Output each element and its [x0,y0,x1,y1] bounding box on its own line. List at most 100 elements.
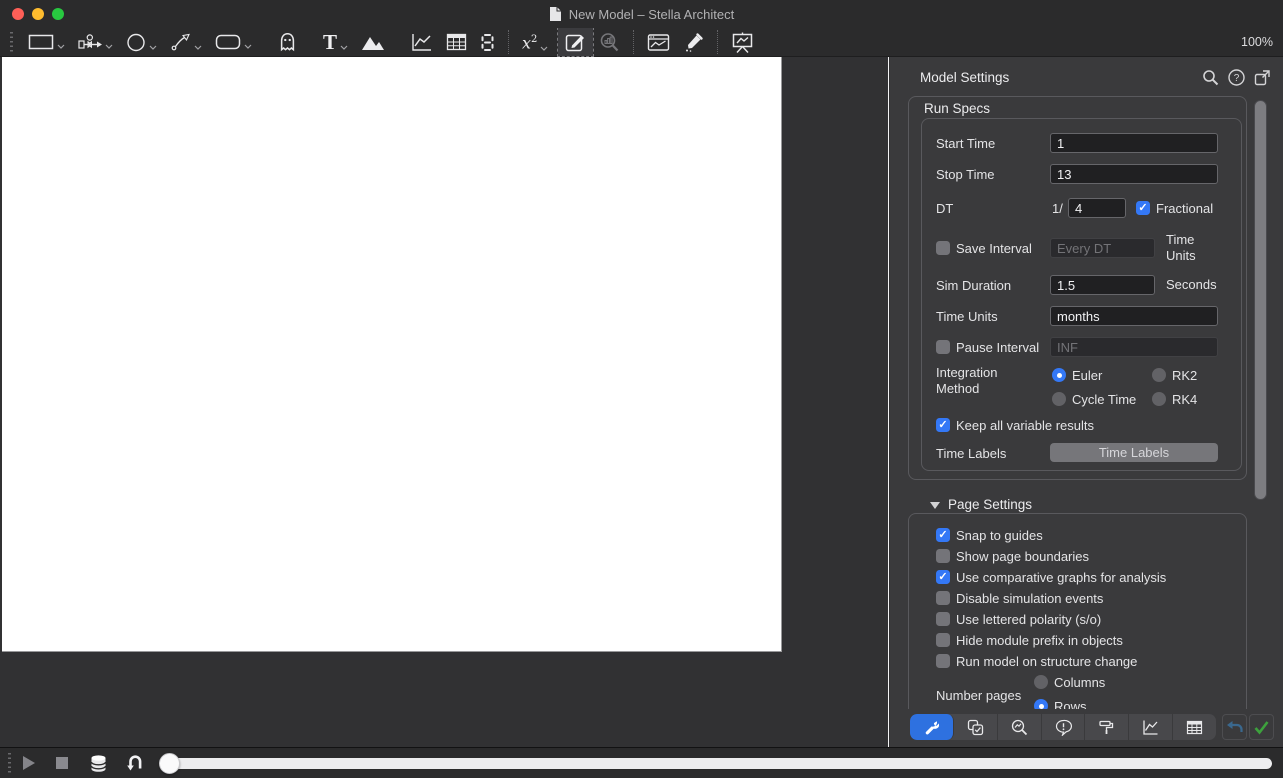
panel-divider[interactable] [888,57,889,747]
text-tool-button[interactable]: T [323,29,348,54]
pause-interval-label: Pause Interval [956,339,1040,355]
save-interval-input[interactable] [1050,238,1155,258]
stop-time-input[interactable] [1050,164,1218,184]
graph-tool-button[interactable] [411,32,433,52]
chevron-down-icon [57,44,65,49]
tab-behavior[interactable] [954,714,998,740]
time-labels-label: Time Labels [936,445,1007,461]
hide-module-prefix-checkbox[interactable] [936,633,950,647]
rk4-radio[interactable] [1152,392,1166,406]
main-area: Model Settings ? Run Specs Start Time 1 … [0,57,1283,747]
zoom-window-button[interactable] [52,8,64,20]
sim-duration-unit: Seconds [1166,277,1217,292]
paint-roller-icon [1099,720,1114,734]
time-units-input[interactable] [1050,306,1218,326]
keep-all-results-label: Keep all variable results [956,417,1095,433]
save-interval-checkbox[interactable] [936,241,950,255]
lettered-polarity-checkbox[interactable] [936,612,950,626]
layers-check-icon [967,719,983,735]
equation-icon: x2 [522,33,538,53]
revert-button[interactable] [1222,714,1247,740]
tab-style[interactable] [1085,714,1130,740]
disable-simulation-events-checkbox[interactable] [936,591,950,605]
text-tool-icon: T [323,29,338,54]
presentation-tool-button[interactable] [731,32,754,53]
analyze-magnifier-icon [601,32,619,51]
tab-events[interactable] [1042,714,1086,740]
snap-to-guides-checkbox[interactable] [936,528,950,542]
stop-button[interactable] [56,757,68,769]
connector-icon [171,33,190,50]
minimize-window-button[interactable] [32,8,44,20]
save-interval-label: Save Interval [956,240,1032,256]
sim-duration-input[interactable] [1050,275,1155,295]
pause-interval-input[interactable] [1050,337,1218,357]
page-settings-title[interactable]: Page Settings [948,497,1032,512]
data-manager-icon[interactable] [90,754,107,773]
title-bar: New Model – Stella Architect [0,0,1283,28]
ghost-tool-button[interactable] [278,32,297,52]
time-slider-thumb[interactable] [159,753,180,774]
number-pages-columns-radio[interactable] [1034,675,1048,689]
stock-icon [28,34,54,50]
popout-icon[interactable] [1254,69,1271,86]
rk2-radio[interactable] [1152,368,1166,382]
table-tool-button[interactable] [446,33,467,51]
build-toolbar: T x2 100% [0,27,1283,57]
analyze-mode-button[interactable] [599,32,620,53]
chevron-down-icon [194,45,202,50]
pause-interval-checkbox[interactable] [936,340,950,354]
tab-table[interactable] [1173,714,1216,740]
toolbar-separator [508,30,510,54]
run-button[interactable] [23,756,35,770]
euler-radio[interactable] [1052,368,1066,382]
fractional-checkbox[interactable] [1136,201,1150,215]
flow-tool-button[interactable] [78,33,113,51]
keep-all-results-checkbox[interactable] [936,418,950,432]
apply-button[interactable] [1249,714,1274,740]
chevron-down-icon [149,45,157,50]
edit-mode-button[interactable] [557,27,595,57]
wrench-icon [926,721,940,735]
dashboard-tool-button[interactable] [647,33,670,52]
restore-previous-run-icon[interactable] [125,753,145,773]
dt-prefix: 1/ [1052,200,1063,216]
tab-analyze[interactable] [998,714,1042,740]
page-settings-disclosure-icon[interactable] [930,501,940,509]
converter-tool-button[interactable] [126,33,157,52]
graphics-frame-tool-button[interactable] [361,34,385,51]
cycle-time-radio[interactable] [1052,392,1066,406]
module-tool-button[interactable] [215,33,252,51]
tab-model-settings[interactable] [910,714,954,740]
close-window-button[interactable] [12,8,24,20]
presentation-icon [733,32,753,53]
model-canvas[interactable] [2,57,782,652]
toolbar-drag-handle[interactable] [10,32,13,52]
stock-tool-button[interactable] [28,33,65,51]
start-time-input[interactable] [1050,133,1218,153]
chevron-down-icon [105,44,113,49]
zoom-level[interactable]: 100% [1241,35,1273,49]
run-on-structure-change-checkbox[interactable] [936,654,950,668]
numeric-display-icon [481,33,494,51]
help-icon[interactable]: ? [1228,69,1245,86]
dt-input[interactable] [1068,198,1126,218]
time-slider-track[interactable] [159,753,1272,774]
comparative-graphs-checkbox[interactable] [936,570,950,584]
tab-graph[interactable] [1129,714,1174,740]
panel-scrollbar[interactable] [1254,100,1267,500]
show-page-boundaries-checkbox[interactable] [936,549,950,563]
equation-tool-button[interactable]: x2 [522,31,548,52]
sim-duration-label: Sim Duration [936,277,1012,293]
chevron-down-icon [540,46,548,51]
numeric-display-tool-button[interactable] [480,33,495,52]
airbrush-icon [686,32,704,52]
save-interval-unit: Time Units [1166,232,1196,263]
run-toolbar-drag-handle[interactable] [8,753,11,773]
connector-tool-button[interactable] [170,33,202,52]
line-chart-icon [1143,720,1158,735]
time-labels-button[interactable]: Time Labels [1050,443,1218,462]
paint-tool-button[interactable] [683,32,704,53]
search-icon[interactable] [1202,69,1219,86]
chevron-down-icon [340,45,348,50]
